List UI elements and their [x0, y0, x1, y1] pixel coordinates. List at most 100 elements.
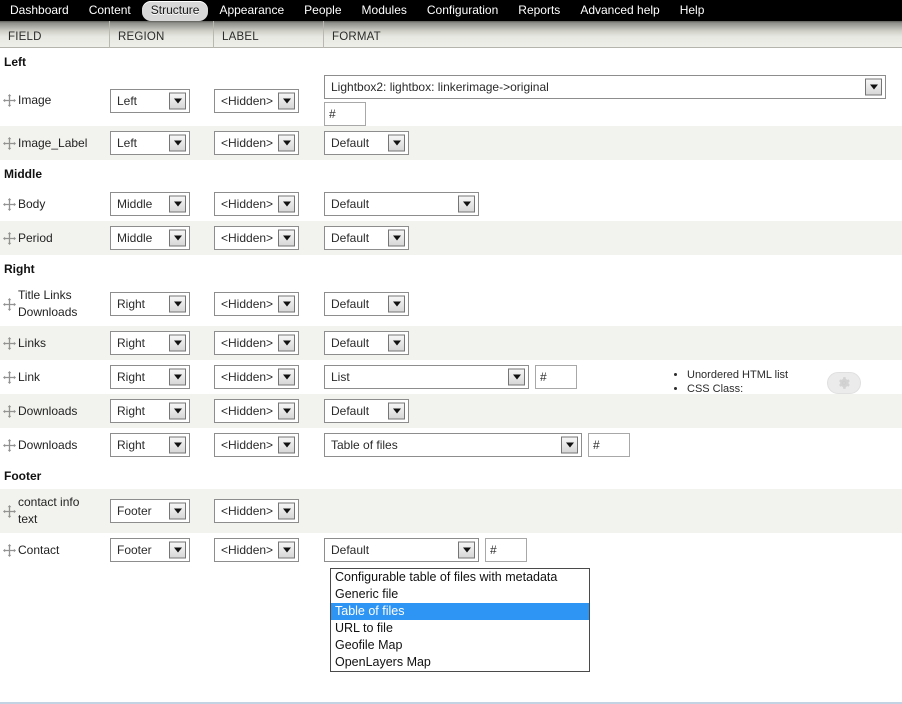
- chevron-down-icon[interactable]: [169, 229, 186, 247]
- chevron-down-icon[interactable]: [278, 402, 295, 420]
- toolbar-item-reports[interactable]: Reports: [509, 1, 569, 21]
- weight-input[interactable]: [588, 433, 630, 457]
- dropdown-option[interactable]: Configurable table of files with metadat…: [331, 569, 589, 586]
- label-select[interactable]: <Hidden>: [214, 365, 299, 389]
- format-select[interactable]: Default: [324, 331, 409, 355]
- chevron-down-icon[interactable]: [388, 134, 405, 152]
- drag-handle-icon[interactable]: [2, 231, 16, 245]
- drag-handle-icon[interactable]: [2, 336, 16, 350]
- drag-handle[interactable]: [0, 231, 18, 245]
- chevron-down-icon[interactable]: [169, 295, 186, 313]
- drag-handle-icon[interactable]: [2, 543, 16, 557]
- drag-handle[interactable]: [0, 297, 18, 311]
- weight-input[interactable]: [324, 102, 366, 126]
- drag-handle[interactable]: [0, 197, 18, 211]
- region-select[interactable]: Left: [110, 88, 190, 113]
- chevron-down-icon[interactable]: [458, 195, 475, 213]
- drag-handle-icon[interactable]: [2, 504, 16, 518]
- drag-handle-icon[interactable]: [2, 297, 16, 311]
- label-select[interactable]: <Hidden>: [214, 226, 299, 250]
- chevron-down-icon[interactable]: [278, 436, 295, 454]
- region-select[interactable]: Right: [110, 292, 190, 316]
- weight-input[interactable]: [535, 365, 577, 389]
- label-select[interactable]: <Hidden>: [214, 192, 299, 216]
- region-select[interactable]: Right: [110, 331, 190, 355]
- dropdown-option[interactable]: URL to file: [331, 620, 589, 637]
- chevron-down-icon[interactable]: [458, 541, 475, 559]
- region-select[interactable]: Right: [110, 433, 190, 457]
- label-select[interactable]: <Hidden>: [214, 331, 299, 355]
- chevron-down-icon[interactable]: [169, 541, 186, 559]
- chevron-down-icon[interactable]: [169, 368, 186, 386]
- format-options-dropdown[interactable]: Configurable table of files with metadat…: [330, 568, 590, 672]
- region-select[interactable]: Right: [110, 365, 190, 389]
- drag-handle-icon[interactable]: [2, 94, 16, 107]
- toolbar-item-content[interactable]: Content: [80, 1, 140, 21]
- chevron-down-icon[interactable]: [508, 368, 525, 386]
- label-select[interactable]: <Hidden>: [214, 433, 299, 457]
- chevron-down-icon[interactable]: [169, 92, 186, 109]
- chevron-down-icon[interactable]: [169, 502, 186, 520]
- chevron-down-icon[interactable]: [388, 402, 405, 420]
- weight-input[interactable]: [485, 538, 527, 562]
- chevron-down-icon[interactable]: [388, 295, 405, 313]
- toolbar-item-appearance[interactable]: Appearance: [210, 1, 293, 21]
- chevron-down-icon[interactable]: [278, 229, 295, 247]
- chevron-down-icon[interactable]: [169, 195, 186, 213]
- toolbar-item-help[interactable]: Help: [671, 1, 714, 21]
- format-select[interactable]: Default: [324, 192, 479, 216]
- dropdown-option[interactable]: OpenLayers Map: [331, 654, 589, 671]
- label-select[interactable]: <Hidden>: [214, 131, 299, 155]
- dropdown-option[interactable]: Geofile Map: [331, 637, 589, 654]
- format-select[interactable]: Lightbox2: lightbox: linkerimage->origin…: [324, 75, 886, 99]
- drag-handle[interactable]: [0, 136, 18, 150]
- drag-handle[interactable]: [0, 370, 18, 384]
- toolbar-item-modules[interactable]: Modules: [353, 1, 416, 21]
- chevron-down-icon[interactable]: [278, 368, 295, 386]
- chevron-down-icon[interactable]: [278, 195, 295, 213]
- drag-handle-icon[interactable]: [2, 438, 16, 452]
- region-select[interactable]: Right: [110, 399, 190, 423]
- label-select[interactable]: <Hidden>: [214, 538, 299, 562]
- drag-handle[interactable]: [0, 404, 18, 418]
- formatter-settings-button[interactable]: [827, 372, 861, 394]
- format-select[interactable]: Default: [324, 226, 409, 250]
- drag-handle-icon[interactable]: [2, 136, 16, 150]
- drag-handle[interactable]: [0, 336, 18, 350]
- chevron-down-icon[interactable]: [278, 541, 295, 559]
- region-select[interactable]: Middle: [110, 192, 190, 216]
- chevron-down-icon[interactable]: [388, 334, 405, 352]
- region-select[interactable]: Left: [110, 131, 190, 155]
- toolbar-item-configuration[interactable]: Configuration: [418, 1, 507, 21]
- chevron-down-icon[interactable]: [278, 334, 295, 352]
- chevron-down-icon[interactable]: [278, 502, 295, 520]
- drag-handle[interactable]: [0, 438, 18, 452]
- toolbar-item-people[interactable]: People: [295, 1, 350, 21]
- label-select[interactable]: <Hidden>: [214, 88, 299, 113]
- format-select[interactable]: Default: [324, 538, 479, 562]
- drag-handle[interactable]: [0, 94, 18, 107]
- chevron-down-icon[interactable]: [388, 229, 405, 247]
- toolbar-item-structure[interactable]: Structure: [141, 0, 209, 21]
- region-select[interactable]: Footer: [110, 499, 190, 523]
- drag-handle-icon[interactable]: [2, 404, 16, 418]
- label-select[interactable]: <Hidden>: [214, 399, 299, 423]
- chevron-down-icon[interactable]: [169, 436, 186, 454]
- dropdown-option[interactable]: Generic file: [331, 586, 589, 603]
- format-select[interactable]: Default: [324, 131, 409, 155]
- drag-handle-icon[interactable]: [2, 197, 16, 211]
- toolbar-item-dashboard[interactable]: Dashboard: [1, 1, 78, 21]
- format-select[interactable]: Default: [324, 292, 409, 316]
- chevron-down-icon[interactable]: [278, 92, 295, 109]
- chevron-down-icon[interactable]: [561, 436, 578, 454]
- chevron-down-icon[interactable]: [169, 334, 186, 352]
- format-select[interactable]: Table of files: [324, 433, 582, 457]
- drag-handle[interactable]: [0, 504, 18, 518]
- label-select[interactable]: <Hidden>: [214, 292, 299, 316]
- chevron-down-icon[interactable]: [865, 78, 882, 96]
- format-select[interactable]: List: [324, 365, 529, 389]
- chevron-down-icon[interactable]: [169, 134, 186, 152]
- label-select[interactable]: <Hidden>: [214, 499, 299, 523]
- chevron-down-icon[interactable]: [169, 402, 186, 420]
- chevron-down-icon[interactable]: [278, 295, 295, 313]
